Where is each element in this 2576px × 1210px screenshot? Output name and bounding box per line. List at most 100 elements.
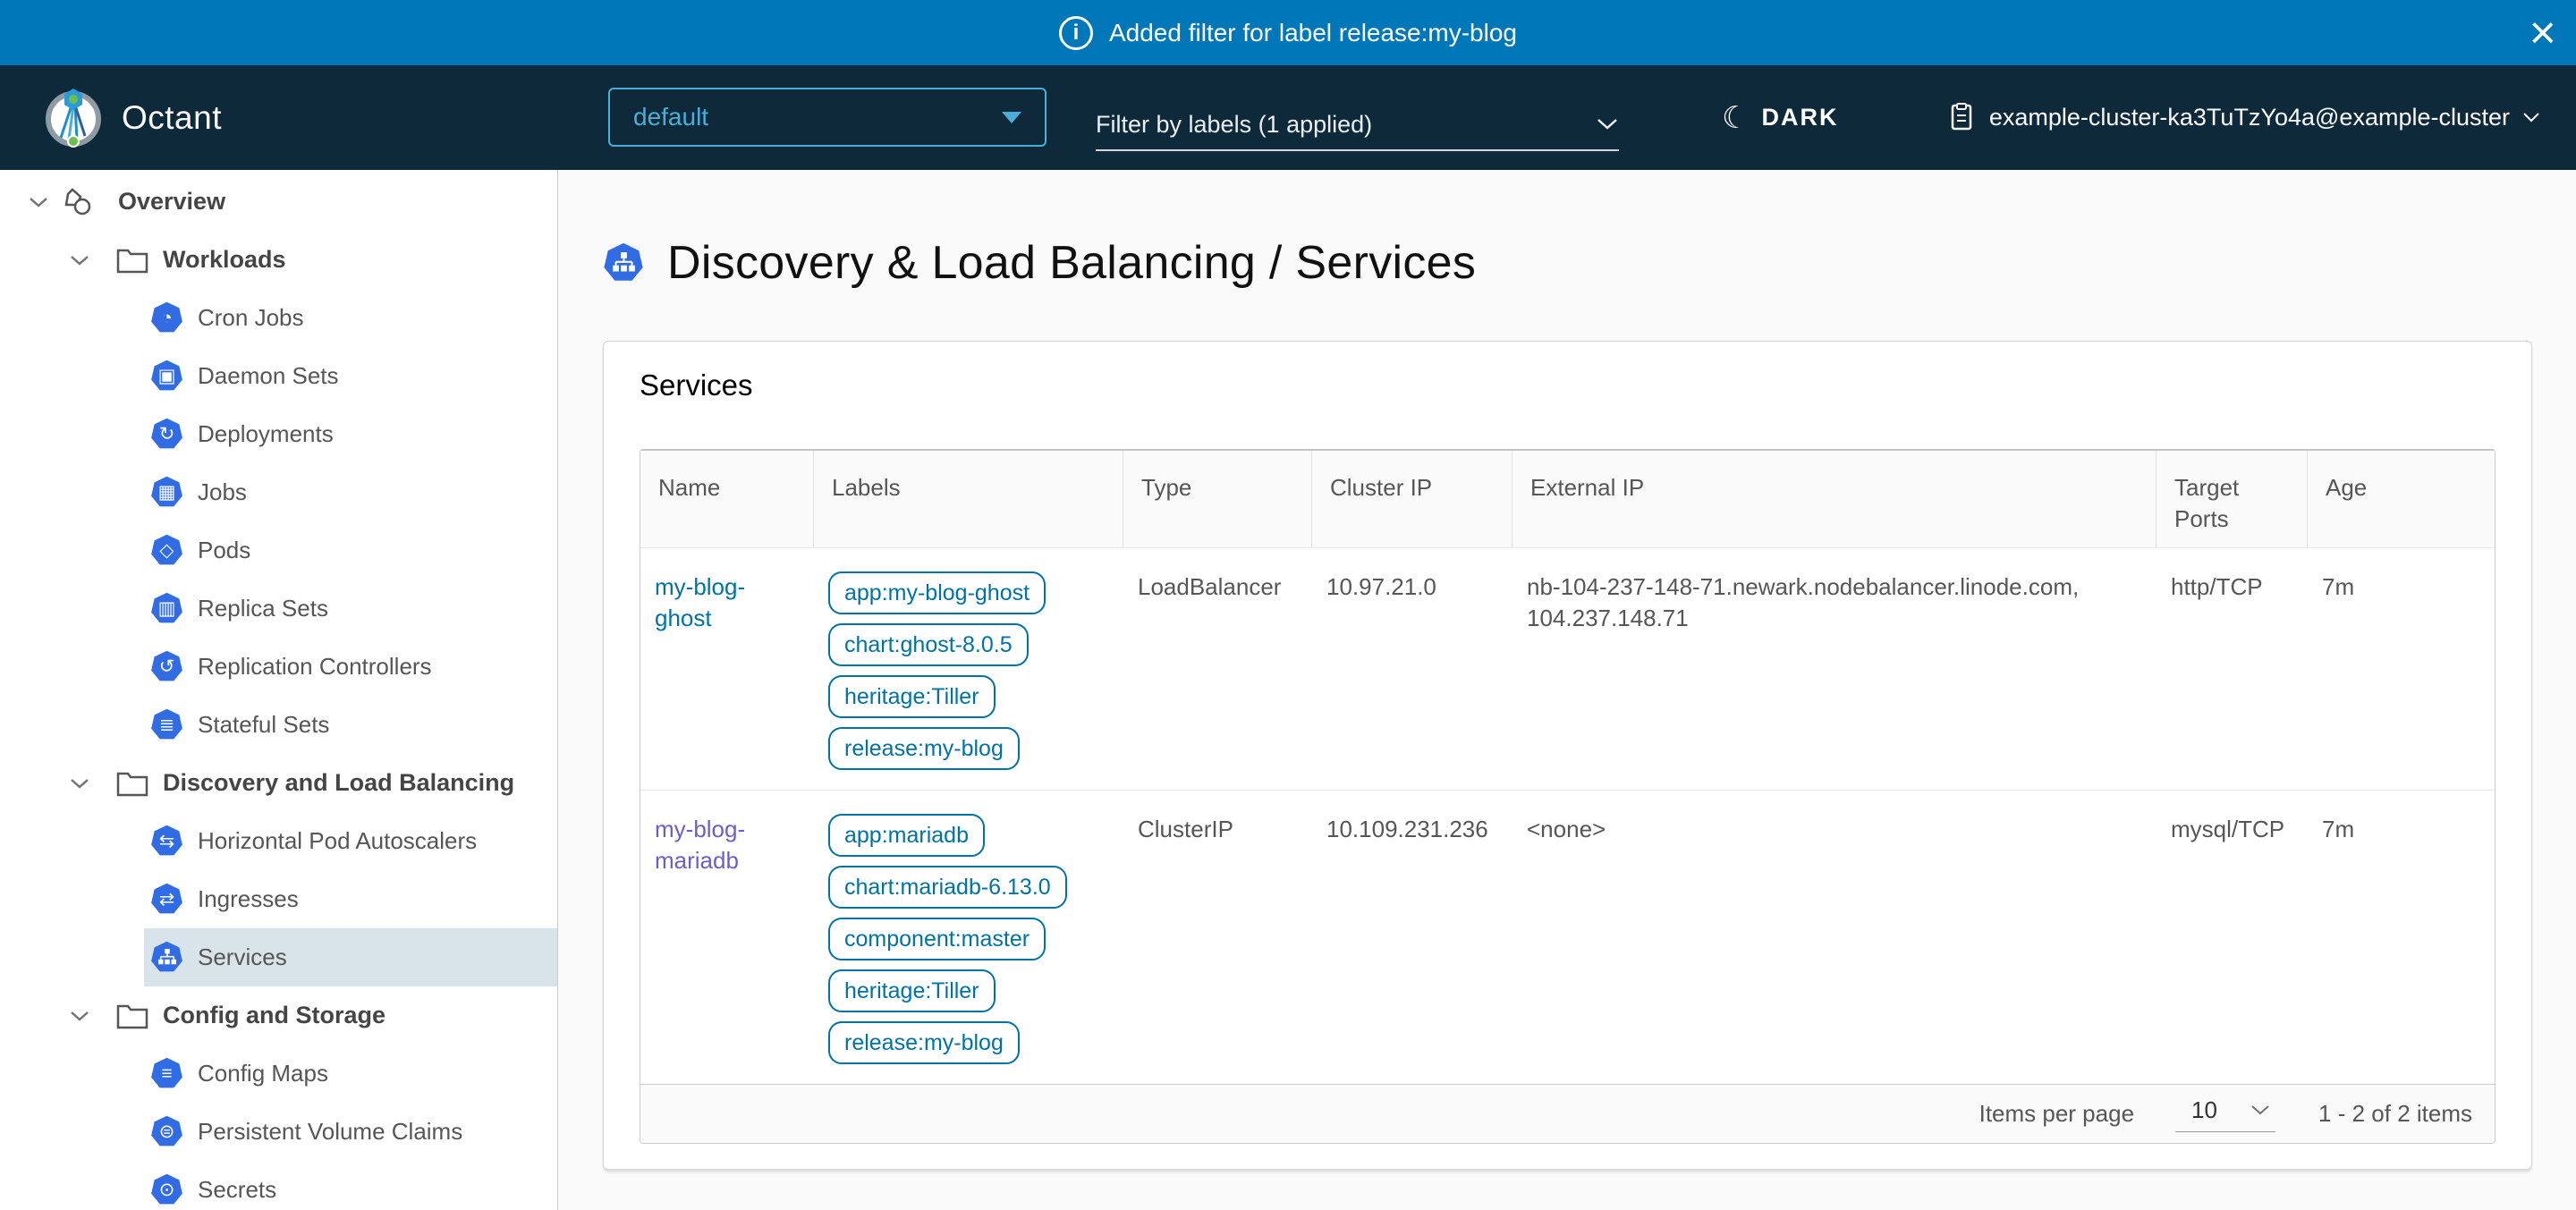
sidebar-item-label: Discovery and Load Balancing — [163, 769, 514, 797]
table-row: my-blog-ghost app:my-blog-ghost chart:gh… — [640, 547, 2495, 790]
sidebar-item-label: Pods — [198, 537, 250, 564]
sidebar-item-label: Config and Storage — [163, 1002, 386, 1029]
label-chip[interactable]: heritage:Tiller — [828, 969, 996, 1012]
dropdown-triangle-icon — [1002, 112, 1021, 123]
sidebar-item-daemon-sets[interactable]: ▣ Daemon Sets — [144, 347, 557, 405]
cell-age: 7m — [2308, 791, 2495, 1084]
services-card: Services Name Labels Type Cluster IP Ext… — [603, 341, 2532, 1170]
label-filter-dropdown[interactable]: Filter by labels (1 applied) — [1096, 99, 1619, 151]
sidebar-group-discovery-load-balancing[interactable]: Discovery and Load Balancing — [0, 754, 557, 812]
cell-cluster-ip: 10.109.231.236 — [1312, 791, 1513, 1084]
cell-external-ip: <none> — [1513, 791, 2157, 1084]
sidebar-item-replica-sets[interactable]: ▥ Replica Sets — [144, 580, 557, 638]
folder-icon — [114, 243, 150, 276]
card-title: Services — [640, 368, 2496, 402]
services-table: Name Labels Type Cluster IP External IP … — [640, 449, 2496, 1144]
namespace-dropdown[interactable]: default — [608, 88, 1046, 147]
cronjob-icon: ◔ — [150, 301, 183, 334]
table-footer: Items per page 10 1 - 2 of 2 items — [640, 1084, 2495, 1143]
column-header-labels: Labels — [814, 451, 1123, 547]
service-icon — [603, 242, 644, 283]
theme-toggle[interactable]: ☾ DARK — [1722, 103, 1838, 133]
cell-external-ip: nb-104-237-148-71.newark.nodebalancer.li… — [1513, 548, 2157, 790]
sidebar-item-stateful-sets[interactable]: ≣ Stateful Sets — [144, 696, 557, 754]
app-header: Octant default Filter by labels (1 appli… — [0, 65, 2576, 170]
sidebar-item-services[interactable]: Services — [144, 928, 557, 986]
sidebar-item-cron-jobs[interactable]: ◔ Cron Jobs — [144, 289, 557, 347]
caret-down-icon[interactable] — [59, 766, 100, 800]
close-icon[interactable]: × — [2529, 10, 2556, 56]
sidebar-item-label: Replica Sets — [198, 595, 328, 622]
octant-logo-icon — [41, 86, 106, 150]
label-chip[interactable]: chart:mariadb-6.13.0 — [828, 866, 1067, 909]
cell-target-ports: mysql/TCP — [2157, 791, 2308, 1084]
label-filter-value: Filter by labels (1 applied) — [1096, 111, 1372, 139]
notification-message: Added filter for label release:my-blog — [1109, 19, 1517, 47]
chevron-down-icon — [2250, 1104, 2270, 1116]
cell-cluster-ip: 10.97.21.0 — [1312, 548, 1513, 790]
sidebar-item-label: Persistent Volume Claims — [198, 1118, 462, 1146]
label-chip[interactable]: chart:ghost-8.0.5 — [828, 623, 1029, 666]
pagination-range: 1 - 2 of 2 items — [2318, 1100, 2472, 1128]
caret-down-icon[interactable] — [59, 243, 100, 276]
sidebar-item-label: Cron Jobs — [198, 304, 304, 332]
cell-name: my-blog-mariadb — [640, 791, 814, 1084]
sidebar-item-label: Deployments — [198, 420, 334, 448]
sidebar-item-pods[interactable]: ◇ Pods — [144, 521, 557, 580]
app-title: Octant — [122, 99, 222, 137]
items-per-page-label: Items per page — [1979, 1100, 2134, 1128]
sidebar-item-label: Stateful Sets — [198, 711, 329, 739]
sidebar-group-workloads[interactable]: Workloads — [0, 231, 557, 289]
main-content: Discovery & Load Balancing / Services Se… — [558, 170, 2576, 1210]
sidebar-item-overview[interactable]: Overview — [0, 173, 557, 231]
sidebar-item-label: Workloads — [163, 246, 286, 274]
cell-type: LoadBalancer — [1123, 548, 1312, 790]
service-link[interactable]: my-blog-mariadb — [655, 816, 745, 874]
label-chip[interactable]: app:mariadb — [828, 814, 985, 857]
caret-down-icon[interactable] — [18, 185, 59, 218]
cell-labels: app:mariadb chart:mariadb-6.13.0 compone… — [814, 791, 1123, 1084]
service-link[interactable]: my-blog-ghost — [655, 573, 745, 631]
sidebar-item-config-maps[interactable]: ≡ Config Maps — [144, 1045, 557, 1103]
sidebar-item-replication-controllers[interactable]: ↺ Replication Controllers — [144, 638, 557, 696]
sidebar-item-secrets[interactable]: ⊙ Secrets — [144, 1161, 557, 1210]
label-chip[interactable]: app:my-blog-ghost — [828, 571, 1046, 614]
items-per-page-select[interactable]: 10 — [2175, 1096, 2275, 1132]
chevron-down-icon — [1596, 117, 1619, 131]
pod-icon: ◇ — [150, 534, 183, 567]
page-title: Discovery & Load Balancing / Services — [667, 236, 1476, 290]
sidebar-item-label: Replication Controllers — [198, 653, 432, 681]
secret-icon: ⊙ — [150, 1173, 183, 1206]
deployment-icon: ↻ — [150, 418, 183, 451]
caret-down-icon[interactable] — [59, 999, 100, 1032]
label-chip[interactable]: component:master — [828, 918, 1046, 960]
column-header-type: Type — [1123, 451, 1312, 547]
sidebar-item-jobs[interactable]: ▦ Jobs — [144, 463, 557, 521]
sidebar-item-label: Secrets — [198, 1176, 276, 1204]
sidebar-item-deployments[interactable]: ↻ Deployments — [144, 405, 557, 463]
sidebar-item-label: Jobs — [198, 478, 247, 506]
column-header-target-ports: Target Ports — [2157, 451, 2308, 547]
ingress-icon: ⇄ — [150, 883, 183, 916]
cluster-context-value: example-cluster-ka3TuTzYo4a@example-clus… — [1989, 104, 2510, 131]
items-per-page-value: 10 — [2191, 1096, 2217, 1124]
statefulset-icon: ≣ — [150, 708, 183, 741]
column-header-cluster-ip: Cluster IP — [1312, 451, 1513, 547]
sidebar-item-label: Horizontal Pod Autoscalers — [198, 827, 477, 855]
cell-type: ClusterIP — [1123, 791, 1312, 1084]
replicaset-icon: ▥ — [150, 592, 183, 625]
sidebar-item-ingresses[interactable]: ⇄ Ingresses — [144, 870, 557, 928]
table-row: my-blog-mariadb app:mariadb chart:mariad… — [640, 790, 2495, 1084]
cell-age: 7m — [2308, 548, 2495, 790]
hpa-icon: ⇆ — [150, 825, 183, 858]
column-header-external-ip: External IP — [1513, 451, 2157, 547]
label-chip[interactable]: release:my-blog — [828, 1021, 1020, 1064]
sidebar-item-persistent-volume-claims[interactable]: ⊜ Persistent Volume Claims — [144, 1103, 557, 1161]
folder-icon — [114, 766, 150, 800]
sidebar-item-horizontal-pod-autoscalers[interactable]: ⇆ Horizontal Pod Autoscalers — [144, 812, 557, 870]
cluster-context-selector[interactable]: example-cluster-ka3TuTzYo4a@example-clus… — [1946, 103, 2540, 133]
label-chip[interactable]: release:my-blog — [828, 727, 1020, 770]
configmap-icon: ≡ — [150, 1057, 183, 1090]
label-chip[interactable]: heritage:Tiller — [828, 675, 996, 718]
sidebar-group-config-and-storage[interactable]: Config and Storage — [0, 986, 557, 1045]
